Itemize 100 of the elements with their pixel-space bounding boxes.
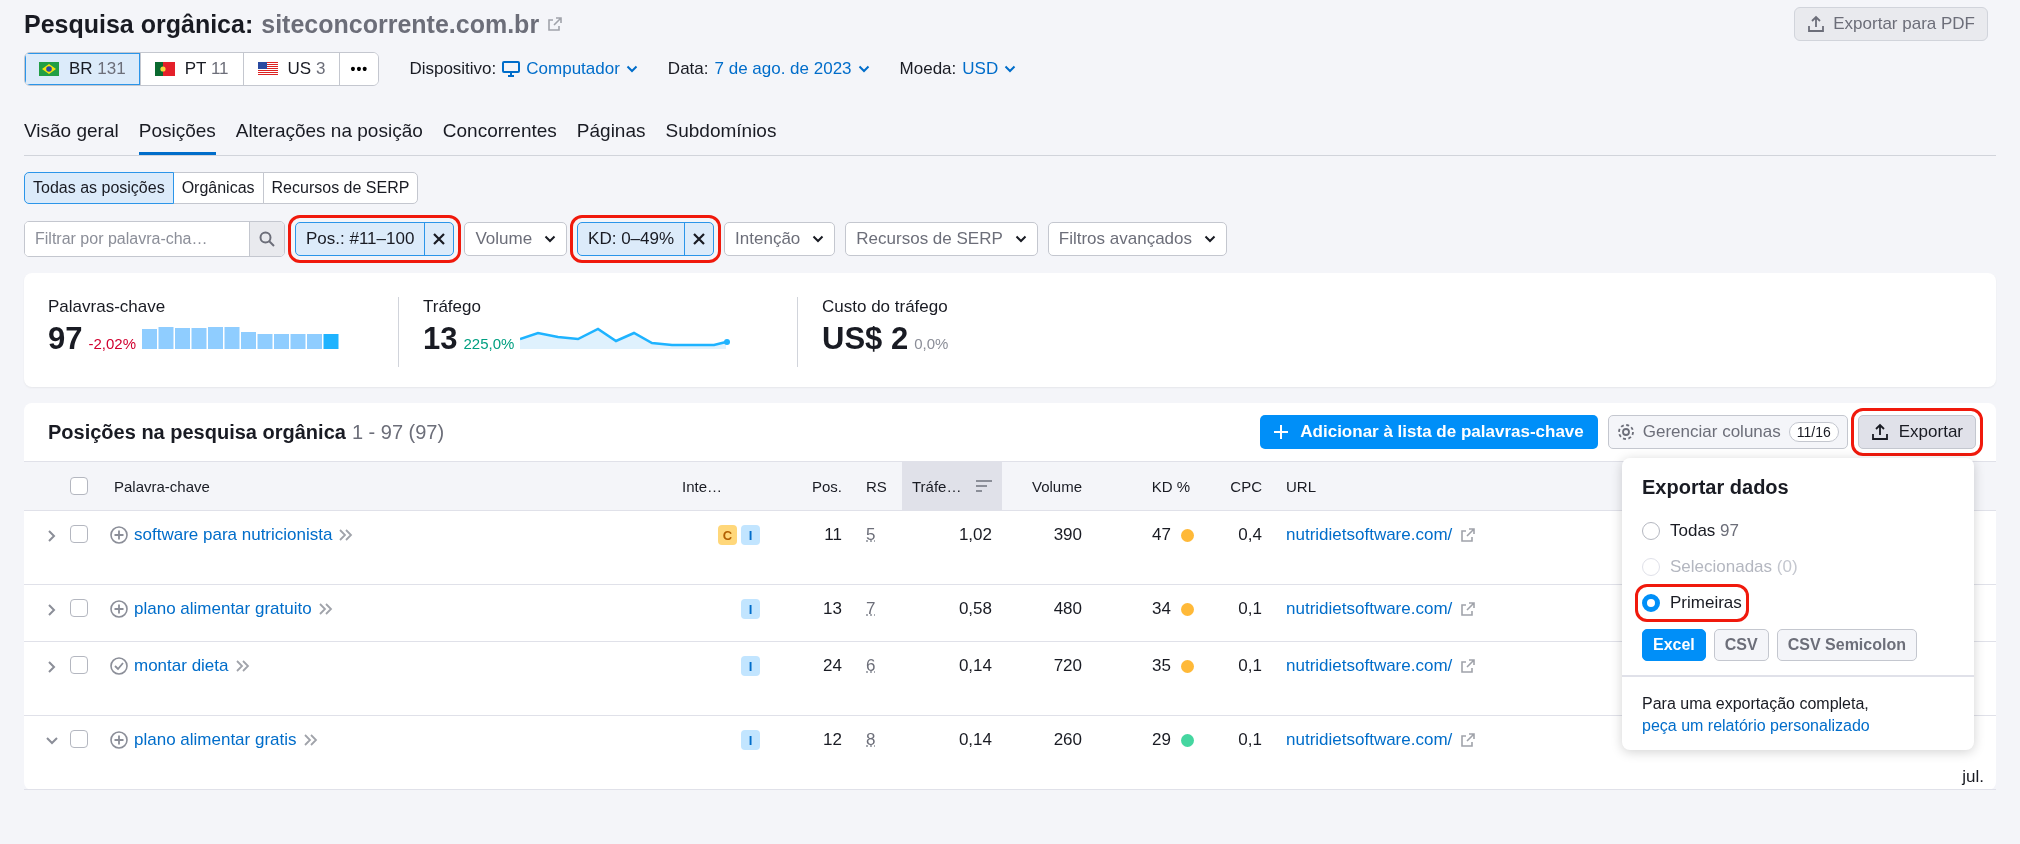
format-button[interactable]: CSV [1713, 629, 1769, 661]
setting-dropdown[interactable]: 7 de ago. de 2023 [714, 59, 870, 79]
column-header[interactable]: Tráfe… [902, 462, 1002, 510]
intent-tag: I [741, 525, 760, 545]
table-cell-text: 24 [823, 656, 843, 676]
nav-tab[interactable]: Visão geral [24, 120, 119, 155]
search-icon [259, 231, 275, 247]
manage-columns-button[interactable]: Gerenciar colunas 11/16 [1607, 415, 1848, 449]
setting-label: Moeda: [899, 59, 957, 79]
export-option[interactable]: Todas 97 [1642, 519, 1740, 543]
nav-tab[interactable]: Subdomínios [665, 120, 777, 155]
metric-label: Custo do tráfego [822, 297, 949, 317]
nav-tab[interactable]: Alterações na posição [235, 120, 423, 155]
column-header[interactable]: Inte… [678, 477, 790, 495]
table-cell-text: 0,14 [958, 730, 993, 750]
table-cell[interactable]: 6 [852, 656, 876, 676]
plus-circle-icon[interactable] [110, 526, 128, 544]
filter-dropdown[interactable]: Filtros avançados [1047, 222, 1227, 256]
url-link[interactable]: nutridietsoftware.com/ [1286, 656, 1453, 676]
chevron-down-icon [1014, 235, 1027, 243]
page-title: Pesquisa orgânica: [24, 9, 254, 39]
segment-tab[interactable]: Todas as posições [24, 172, 174, 204]
segment-tab[interactable]: Recursos de SERP [262, 172, 419, 204]
external-link-icon [1460, 601, 1477, 617]
nav-tab[interactable]: Concorrentes [442, 120, 557, 155]
filter-dropdown[interactable]: Intenção [724, 222, 836, 256]
setting-dropdown[interactable]: USD [962, 59, 1017, 79]
url-link[interactable]: nutridietsoftware.com/ [1286, 730, 1453, 750]
keyword-link[interactable]: software para nutricionista [134, 525, 333, 545]
external-link-icon [1460, 527, 1477, 543]
table-cell-text: 0,4 [1238, 525, 1263, 545]
metric-value: 13 [423, 321, 458, 357]
table-cell[interactable]: 7 [852, 599, 876, 619]
chevron-down-icon [544, 235, 557, 243]
upload-icon [1807, 15, 1826, 33]
menu-title: Exportar dados [1642, 476, 1790, 499]
filter-chip[interactable]: KD: 0–49% [577, 222, 715, 256]
filter-dropdown[interactable]: Volume [464, 222, 568, 256]
nav-tab[interactable]: Páginas [576, 120, 646, 155]
url-link[interactable]: nutridietsoftware.com/ [1286, 525, 1453, 545]
filter-chip[interactable]: Pos.: #11–100 [295, 222, 455, 256]
plus-icon [1274, 425, 1289, 439]
keyword-link[interactable]: plano alimentar gratis [134, 730, 297, 750]
table-cell: jul. [1962, 767, 1984, 787]
table-cell-text: 1,02 [958, 525, 993, 545]
double-chevron-icon[interactable] [317, 603, 334, 615]
upload-icon [1870, 423, 1889, 441]
checkbox[interactable] [70, 525, 88, 543]
export-pdf-button[interactable]: Exportar para PDF [1794, 7, 1988, 41]
table-cell-text: 11 [824, 525, 843, 545]
chevron-down-icon [1004, 65, 1017, 73]
table-cell[interactable]: 5 [852, 525, 876, 545]
chevron-right-icon[interactable] [46, 660, 58, 674]
plus-circle-icon[interactable] [110, 731, 128, 749]
chevron-right-icon[interactable] [46, 603, 58, 617]
chevron-down-icon [857, 65, 870, 73]
setting-label: Data: [667, 59, 709, 79]
table-cell-text: 12 [823, 730, 843, 750]
nav-tab[interactable]: Posições [138, 120, 216, 155]
double-chevron-icon[interactable] [338, 529, 355, 541]
table-cell: 34 [1152, 599, 1171, 619]
column-header[interactable]: RS [852, 477, 902, 495]
export-option[interactable]: Primeiras [1642, 591, 1742, 615]
segment-tab[interactable]: Orgânicas [172, 172, 264, 204]
double-chevron-icon[interactable] [302, 734, 319, 746]
intent-tag: I [741, 656, 760, 676]
table-cell-text: 0,1 [1238, 599, 1263, 619]
setting-dropdown[interactable]: Computador [502, 59, 638, 79]
double-chevron-icon[interactable] [234, 660, 251, 672]
plus-circle-icon[interactable] [110, 600, 128, 618]
column-header[interactable]: KD % [1147, 477, 1200, 495]
checkbox[interactable] [70, 730, 88, 748]
report-link[interactable]: peça um relatório personalizado [1642, 714, 1954, 737]
check-circle-icon[interactable] [110, 657, 128, 675]
metric-change: 225,0% [463, 335, 515, 352]
format-button[interactable]: CSV Semicolon [1776, 629, 1917, 661]
radio-button[interactable] [1642, 522, 1660, 540]
table-cell[interactable]: 8 [852, 730, 876, 750]
filter-dropdown[interactable]: Recursos de SERP [845, 222, 1038, 256]
checkbox[interactable] [70, 477, 88, 495]
table-cell-text: 0,14 [958, 656, 993, 676]
chevron-right-icon[interactable] [46, 529, 58, 543]
url-link[interactable]: nutridietsoftware.com/ [1286, 599, 1453, 619]
radio-button[interactable] [1642, 594, 1660, 612]
flag-icon [39, 62, 59, 76]
column-header[interactable]: Volume [1027, 477, 1092, 495]
search-field[interactable]: Filtrar por palavra-cha… [24, 221, 285, 257]
table-cell: 47 [1152, 525, 1171, 545]
external-link-icon [1460, 658, 1477, 674]
close-icon [693, 233, 706, 245]
checkbox[interactable] [70, 599, 88, 617]
external-link-icon [547, 16, 564, 32]
column-header[interactable]: Palavra-chave [110, 477, 678, 495]
column-header[interactable]: Pos. [808, 477, 852, 495]
database-tab[interactable]: BR 131 [25, 53, 141, 85]
export-button[interactable]: Exportar [1857, 415, 1976, 449]
keyword-link[interactable]: plano alimentar gratuito [134, 599, 312, 619]
checkbox[interactable] [70, 656, 88, 674]
column-header[interactable]: CPC [1226, 477, 1272, 495]
keyword-link[interactable]: montar dieta [134, 656, 229, 676]
